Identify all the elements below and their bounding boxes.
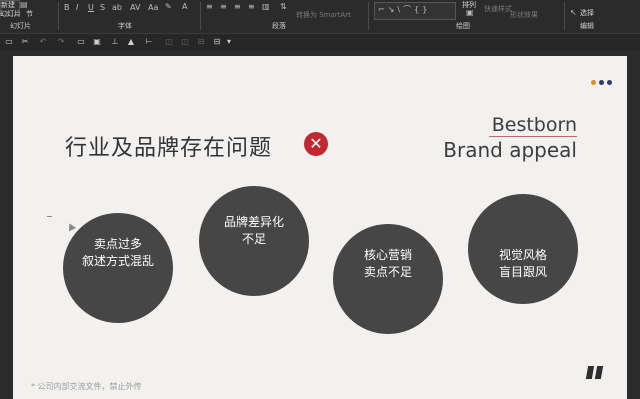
- cut-icon[interactable]: ✂: [20, 37, 30, 47]
- bring-front-icon[interactable]: ⊟: [196, 37, 206, 47]
- distribute-icon[interactable]: ⊢: [144, 37, 154, 47]
- problem-bubble[interactable]: 核心营销 卖点不足: [333, 224, 443, 334]
- convert-smartart-button[interactable]: 转换为 SmartArt: [296, 10, 351, 20]
- brand-name[interactable]: Bestborn: [492, 114, 577, 136]
- paste-icon[interactable]: ▣: [92, 37, 102, 47]
- text-direction-icon[interactable]: ⇅: [280, 2, 287, 11]
- group-icon[interactable]: ◫: [164, 37, 174, 47]
- ribbon-separator: [368, 2, 369, 30]
- quick-styles-button[interactable]: 快速样式: [484, 4, 512, 14]
- textbox-icon[interactable]: ▭: [76, 37, 86, 47]
- ribbon-separator: [200, 2, 201, 30]
- align-icon[interactable]: ⊥: [110, 37, 120, 47]
- shape-effects-button[interactable]: 形状效果: [510, 10, 538, 20]
- justify-icon[interactable]: ≡: [248, 2, 255, 11]
- dot-navy: [607, 80, 612, 85]
- strike-icon[interactable]: ab: [112, 3, 122, 12]
- problem-bubble[interactable]: 品牌差异化 不足: [199, 186, 309, 296]
- select-icon[interactable]: ↖: [570, 8, 577, 17]
- decorative-dots: [588, 70, 612, 89]
- arrange-button[interactable]: 排列: [462, 0, 476, 10]
- section-button[interactable]: 节: [26, 9, 33, 19]
- bubble-line: 核心营销: [363, 248, 412, 262]
- format-painter-icon[interactable]: ▲: [126, 37, 136, 47]
- quick-access-toolbar: ▭ ✂ ↶ ↷ ▭ ▣ ⊥ ▲ ⊢ ◫ ◫ ⊟ ⊟ ▾: [0, 33, 640, 51]
- bubble-line: 不足: [241, 232, 266, 246]
- shapes-icon[interactable]: ⌐↘\⌒{}: [378, 4, 430, 15]
- ribbon-separator: [58, 2, 59, 30]
- customize-qat-icon[interactable]: ▾: [224, 37, 234, 47]
- bubble-line: 盲目跟风: [498, 265, 547, 279]
- layout-icon[interactable]: ▤: [20, 0, 28, 9]
- dot-orange: [591, 80, 596, 85]
- bubble-line: 品牌差异化: [223, 215, 284, 229]
- group-label-paragraph: 段落: [272, 22, 286, 30]
- shadow-icon[interactable]: S: [100, 3, 105, 12]
- italic-icon[interactable]: I: [76, 3, 78, 12]
- ribbon: 新建 幻灯片 节 ▤ B I U S ab AV Aa ✎ A ≡ ≡ ≡ ≡ …: [0, 0, 640, 33]
- group-label-slides: 幻灯片: [10, 22, 31, 30]
- font-color-icon[interactable]: A: [182, 2, 187, 11]
- problem-bubble[interactable]: 卖点过多 叙述方式混乱: [63, 213, 173, 323]
- underline-icon[interactable]: U: [88, 3, 94, 12]
- brand-subtitle[interactable]: Brand appeal: [443, 138, 577, 162]
- select-button[interactable]: 选择: [580, 8, 594, 18]
- ungroup-icon[interactable]: ◫: [180, 37, 190, 47]
- group-label-font: 字体: [118, 22, 132, 30]
- undo-icon[interactable]: ↶: [38, 37, 48, 47]
- group-label-drawing: 绘图: [456, 22, 470, 30]
- align-right-icon[interactable]: ≡: [234, 2, 241, 11]
- brand-underline: [489, 136, 577, 137]
- new-slide-label-2[interactable]: 幻灯片: [0, 9, 21, 19]
- columns-icon[interactable]: ▥: [262, 2, 270, 11]
- group-label-editing: 编辑: [580, 22, 594, 30]
- bubble-line: 视觉风格: [498, 248, 547, 262]
- bubble-line: 卖点过多: [93, 237, 142, 251]
- send-back-icon[interactable]: ⊟: [212, 37, 222, 47]
- save-icon[interactable]: ▭: [4, 37, 14, 47]
- quote-icon: [585, 366, 605, 382]
- mouse-cursor-icon: [65, 221, 77, 232]
- bubble-line: 叙述方式混乱: [81, 254, 154, 268]
- slide-canvas[interactable]: 行业及品牌存在问题 ✕ Bestborn Brand appeal 卖点过多 叙…: [13, 56, 627, 399]
- confidential-note: * 公司内部交流文件，禁止外传: [31, 382, 142, 391]
- cursor-mark: [47, 216, 52, 217]
- problem-bubble[interactable]: 视觉风格 盲目跟风: [468, 194, 578, 304]
- ribbon-separator: [564, 2, 565, 30]
- redo-icon[interactable]: ↷: [56, 37, 66, 47]
- align-center-icon[interactable]: ≡: [220, 2, 227, 11]
- bold-icon[interactable]: B: [64, 3, 70, 12]
- bubble-line: 卖点不足: [363, 265, 412, 279]
- highlight-icon[interactable]: ✎: [165, 2, 172, 11]
- case-icon[interactable]: Aa: [148, 3, 158, 12]
- spacing-icon[interactable]: AV: [130, 3, 140, 12]
- slide-title[interactable]: 行业及品牌存在问题: [65, 130, 272, 162]
- dot-navy: [599, 80, 604, 85]
- align-left-icon[interactable]: ≡: [206, 2, 213, 11]
- close-x-icon: ✕: [304, 132, 328, 156]
